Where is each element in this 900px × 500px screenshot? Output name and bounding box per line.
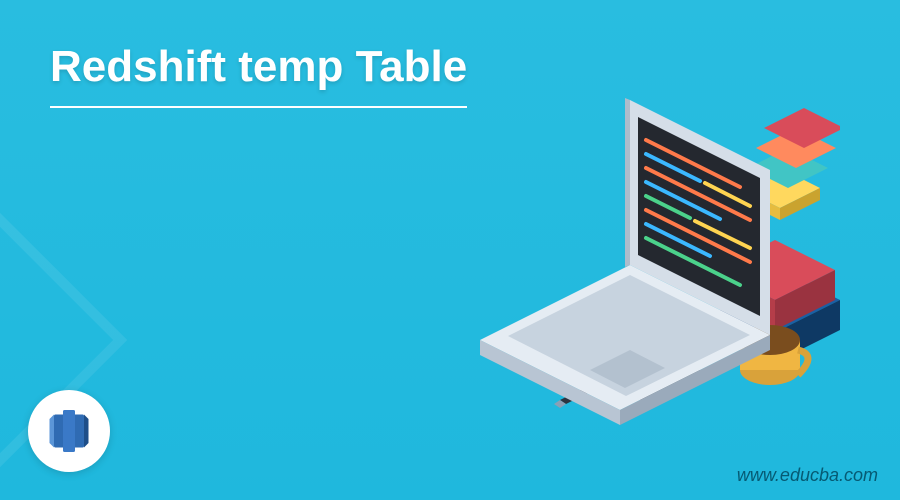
workspace-illustration — [440, 70, 840, 430]
laptop — [480, 98, 770, 425]
redshift-logo-icon — [45, 407, 93, 455]
site-url: www.educba.com — [737, 465, 878, 486]
page-title: Redshift temp Table — [50, 42, 467, 108]
brand-logo-badge — [28, 390, 110, 472]
tutorial-banner: Redshift temp Table — [0, 0, 900, 500]
